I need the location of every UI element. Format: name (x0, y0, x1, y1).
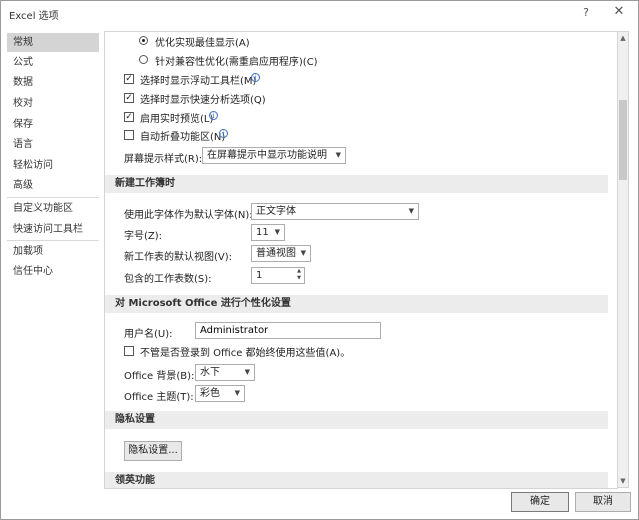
sheet-count-label: 包含的工作表数(S): (124, 274, 212, 285)
quick-analysis-label: 选择时显示快速分析选项(Q) (140, 95, 266, 106)
default-view-label: 新工作表的默认视图(V): (124, 252, 233, 263)
stepper-arrows[interactable]: ▲ ▼ (294, 268, 304, 283)
section-header-new-workbook: 新建工作簿时 (105, 175, 608, 193)
office-theme-label: Office 主题(T): (124, 392, 194, 403)
chevron-down-icon: ▼ (274, 228, 280, 236)
scrollbar-thumb[interactable] (619, 100, 627, 180)
sidebar-item-trust-center[interactable]: 信任中心 (7, 262, 99, 281)
info-icon: i (219, 129, 228, 138)
always-use-checkbox[interactable] (124, 346, 134, 356)
office-background-value: 水下 (200, 367, 220, 378)
sheet-count-value: 1 (256, 270, 263, 281)
optimize-display-label: 优化实现最佳显示(A) (155, 38, 250, 49)
optimize-compat-radio[interactable] (139, 55, 148, 64)
scroll-up-icon[interactable]: ▲ (618, 33, 628, 43)
info-icon: i (251, 73, 260, 82)
collapse-ribbon-checkbox[interactable] (124, 130, 134, 140)
close-icon[interactable]: ✕ (612, 4, 626, 19)
default-view-value: 普通视图 (256, 248, 296, 259)
privacy-settings-button[interactable]: 隐私设置... (124, 441, 182, 461)
scroll-down-icon[interactable]: ▼ (618, 476, 628, 486)
sidebar-item-general[interactable]: 常规 (7, 33, 99, 52)
sidebar-item-data[interactable]: 数据 (7, 73, 99, 92)
window-title: Excel 选项 (9, 11, 59, 22)
content-scrollbar[interactable]: ▲ ▼ (617, 31, 629, 488)
chevron-down-icon: ▼ (335, 151, 341, 159)
screentip-style-label: 屏幕提示样式(R): (124, 154, 203, 165)
sidebar-item-accessibility[interactable]: 轻松访问 (7, 156, 99, 175)
help-icon[interactable]: ? (579, 6, 593, 19)
quick-analysis-checkbox[interactable]: ✓ (124, 93, 134, 103)
screentip-style-value: 在屏幕提示中显示功能说明 (207, 150, 327, 161)
username-input[interactable] (195, 322, 381, 339)
sidebar-divider (7, 240, 99, 241)
live-preview-checkbox[interactable]: ✓ (124, 112, 134, 122)
office-background-dropdown[interactable]: 水下 ▼ (195, 364, 255, 381)
chevron-down-icon: ▼ (408, 207, 414, 215)
sheet-count-stepper[interactable]: 1 ▲ ▼ (251, 267, 305, 284)
mini-toolbar-label: 选择时显示浮动工具栏(M) (140, 76, 257, 87)
optimize-display-radio[interactable] (139, 36, 148, 45)
sidebar-item-add-ins[interactable]: 加载项 (7, 242, 99, 261)
chevron-down-icon: ▼ (234, 389, 240, 397)
default-view-dropdown[interactable]: 普通视图 ▼ (251, 245, 311, 262)
sidebar-item-language[interactable]: 语言 (7, 135, 99, 154)
section-header-linkedin: 领英功能 (105, 472, 608, 488)
font-size-value: 11 (256, 227, 269, 238)
sidebar-item-customize-ribbon[interactable]: 自定义功能区 (7, 199, 99, 218)
office-background-label: Office 背景(B): (124, 371, 195, 382)
sidebar-nav: 常规 公式 数据 校对 保存 语言 轻松访问 高级 自定义功能区 快速访问工具栏… (7, 31, 99, 483)
title-bar: Excel 选项 ? ✕ (1, 1, 638, 27)
collapse-ribbon-label: 自动折叠功能区(N) (140, 132, 226, 143)
default-font-label: 使用此字体作为默认字体(N): (124, 210, 253, 221)
always-use-label: 不管是否登录到 Office 都始终使用这些值(A)。 (140, 348, 351, 359)
sidebar-item-save[interactable]: 保存 (7, 115, 99, 134)
chevron-down-icon: ▼ (300, 249, 306, 257)
live-preview-label: 启用实时预览(L) (140, 114, 214, 125)
sidebar-item-quick-access-toolbar[interactable]: 快速访问工具栏 (7, 220, 99, 239)
info-icon: i (209, 111, 218, 120)
office-theme-dropdown[interactable]: 彩色 ▼ (195, 385, 245, 402)
ok-button[interactable]: 确定 (511, 492, 569, 512)
section-header-personalize: 对 Microsoft Office 进行个性化设置 (105, 295, 608, 313)
username-label: 用户名(U): (124, 329, 173, 340)
spin-up-icon[interactable]: ▲ (294, 268, 304, 275)
section-header-privacy: 隐私设置 (105, 411, 608, 429)
default-font-value: 正文字体 (256, 206, 296, 217)
screentip-style-dropdown[interactable]: 在屏幕提示中显示功能说明 ▼ (202, 147, 346, 164)
mini-toolbar-checkbox[interactable]: ✓ (124, 74, 134, 84)
sidebar-divider (7, 197, 99, 198)
sidebar-item-proofing[interactable]: 校对 (7, 94, 99, 113)
font-size-label: 字号(Z): (124, 231, 163, 242)
sidebar-item-advanced[interactable]: 高级 (7, 176, 99, 195)
cancel-button[interactable]: 取消 (575, 492, 631, 512)
excel-options-dialog: Excel 选项 ? ✕ 常规 公式 数据 校对 保存 语言 轻松访问 高级 自… (0, 0, 639, 520)
default-font-dropdown[interactable]: 正文字体 ▼ (251, 203, 419, 220)
chevron-down-icon: ▼ (244, 368, 250, 376)
spin-down-icon[interactable]: ▼ (294, 275, 304, 282)
office-theme-value: 彩色 (200, 388, 220, 399)
sidebar-item-formulas[interactable]: 公式 (7, 53, 99, 72)
options-content-pane: 优化实现最佳显示(A) 针对兼容性优化(需重启应用程序)(C) ✓ 选择时显示浮… (104, 31, 618, 489)
font-size-dropdown[interactable]: 11 ▼ (251, 224, 285, 241)
optimize-compat-label: 针对兼容性优化(需重启应用程序)(C) (155, 57, 318, 68)
